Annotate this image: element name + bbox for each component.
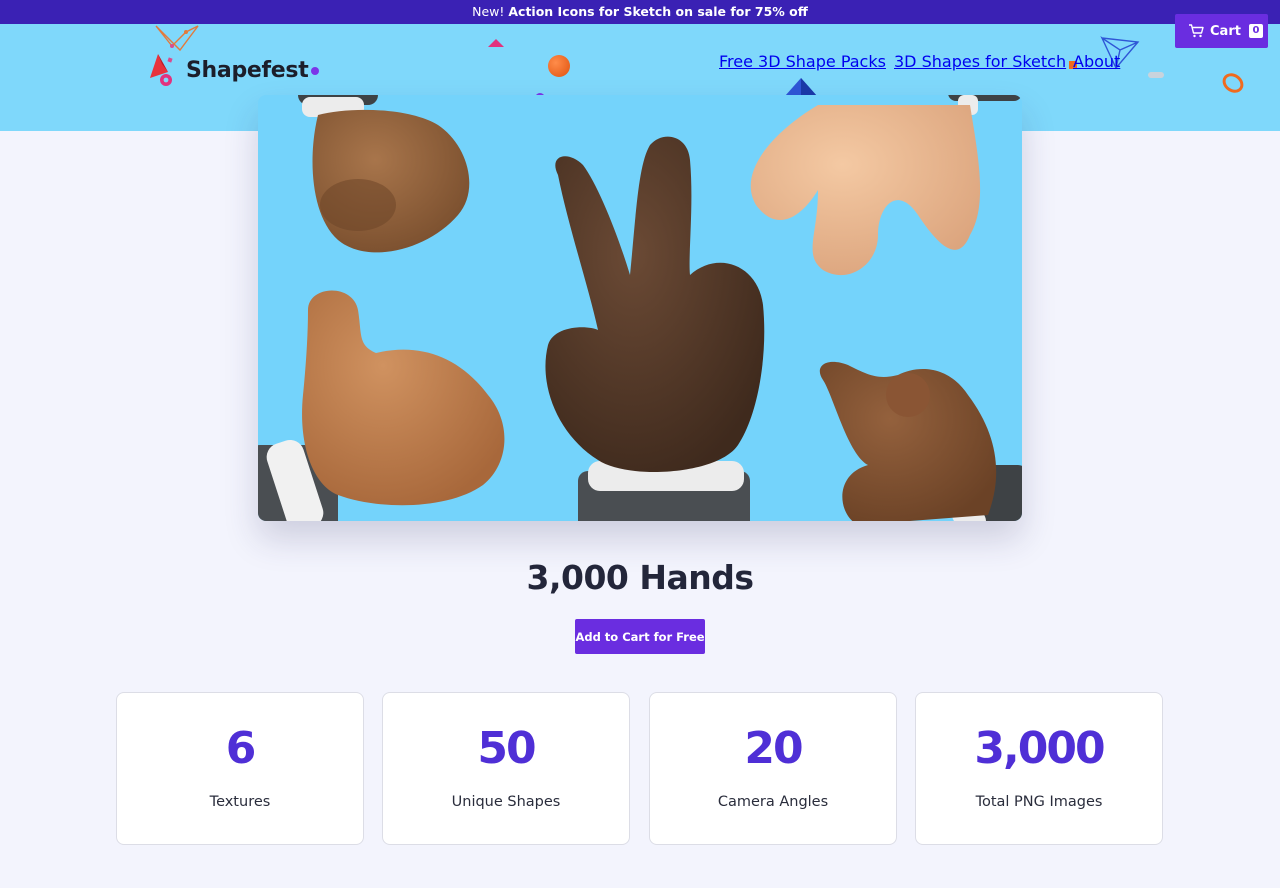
stat-card: 50 Unique Shapes (382, 692, 630, 845)
cart-label: Cart (1210, 23, 1241, 39)
add-to-cart-button[interactable]: Add to Cart for Free (575, 619, 705, 654)
sphere-shape-icon (548, 55, 570, 77)
dot-shape-icon (311, 67, 319, 75)
shapefest-logo-icon (150, 54, 173, 86)
cart-icon (1189, 24, 1204, 38)
stat-label: Camera Angles (717, 794, 829, 810)
brand-name: Shapefest (186, 57, 309, 83)
stat-value: 6 (225, 723, 257, 774)
promo-highlight[interactable]: Action Icons for Sketch on sale for 75% … (508, 4, 808, 19)
cart-button[interactable]: Cart 0 (1175, 14, 1268, 48)
pyramid-shape-icon (785, 78, 817, 96)
product-title: 3,000 Hands (526, 558, 754, 597)
nav-link-3d-shapes-for-sketch[interactable]: 3D Shapes for Sketch (894, 52, 1066, 71)
pill-shape-icon (1148, 72, 1164, 78)
stat-value: 50 (477, 723, 536, 774)
ring-shape-icon (1218, 69, 1248, 97)
brand-logo[interactable]: Shapefest (146, 50, 309, 90)
nav-link-about[interactable]: About (1073, 52, 1120, 71)
hero-image (258, 95, 1022, 521)
promo-prefix: New! (472, 4, 505, 19)
stat-label: Textures (209, 794, 271, 810)
stat-value: 3,000 (974, 723, 1105, 774)
hand-gestures-illustration (258, 95, 1022, 521)
nav-link-free-3d-shape-packs[interactable]: Free 3D Shape Packs (719, 52, 886, 71)
stat-card: 20 Camera Angles (649, 692, 897, 845)
stat-card: 6 Textures (116, 692, 364, 845)
cone-shape-icon (488, 39, 504, 47)
cart-count-badge: 0 (1248, 24, 1263, 38)
stat-label: Unique Shapes (451, 794, 561, 810)
stat-value: 20 (744, 723, 803, 774)
stat-card: 3,000 Total PNG Images (915, 692, 1163, 845)
promo-banner[interactable]: New! Action Icons for Sketch on sale for… (0, 0, 1280, 24)
stat-label: Total PNG Images (975, 794, 1103, 810)
